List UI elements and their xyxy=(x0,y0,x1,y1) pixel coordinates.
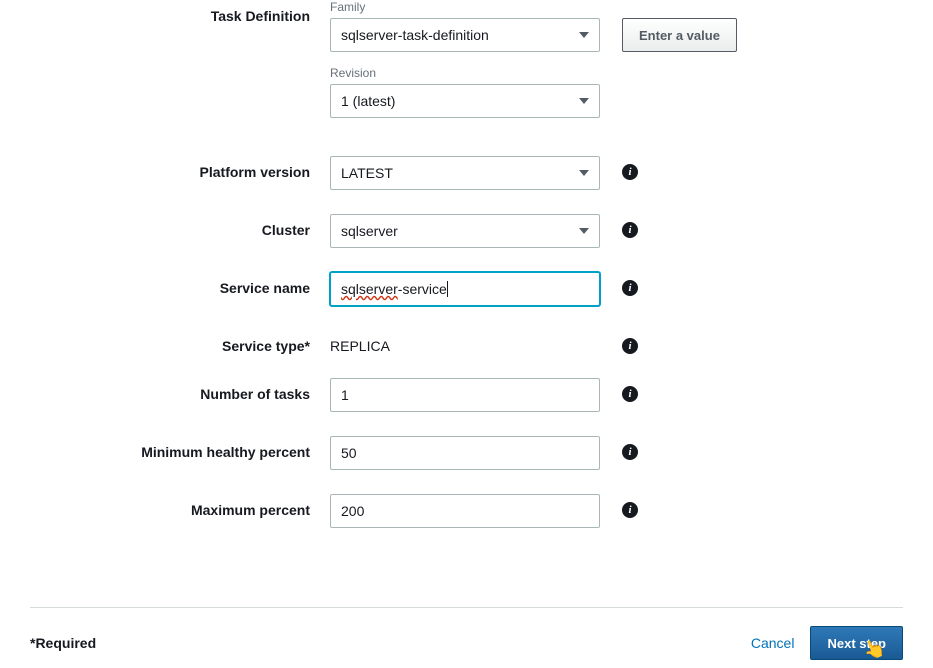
text-caret xyxy=(447,281,448,297)
platform-version-select[interactable]: LATEST xyxy=(330,156,600,190)
revision-sublabel: Revision xyxy=(330,66,610,80)
cluster-value: sqlserver xyxy=(341,223,398,239)
service-type-value: REPLICA xyxy=(330,330,610,354)
number-of-tasks-label: Number of tasks xyxy=(30,378,330,402)
info-icon[interactable]: i xyxy=(622,280,638,296)
family-sublabel: Family xyxy=(330,0,610,14)
enter-value-button[interactable]: Enter a value xyxy=(622,18,737,52)
platform-version-value: LATEST xyxy=(341,165,393,181)
min-healthy-percent-label: Minimum healthy percent xyxy=(30,436,330,460)
service-name-prefix: sqlserver xyxy=(341,281,398,297)
info-icon[interactable]: i xyxy=(622,502,638,518)
footer-divider xyxy=(30,607,903,608)
service-type-label: Service type* xyxy=(30,330,330,354)
info-icon[interactable]: i xyxy=(622,338,638,354)
service-name-input[interactable]: sqlserver-service xyxy=(330,272,600,306)
required-note: *Required xyxy=(30,635,96,651)
cancel-button[interactable]: Cancel xyxy=(751,635,795,651)
max-percent-input[interactable] xyxy=(330,494,600,528)
revision-select-value: 1 (latest) xyxy=(341,93,395,109)
info-icon[interactable]: i xyxy=(622,444,638,460)
family-select[interactable]: sqlserver-task-definition xyxy=(330,18,600,52)
family-select-value: sqlserver-task-definition xyxy=(341,27,489,43)
next-step-button[interactable]: Next step xyxy=(810,626,903,660)
cluster-label: Cluster xyxy=(30,214,330,238)
info-icon[interactable]: i xyxy=(622,164,638,180)
number-of-tasks-input[interactable] xyxy=(330,378,600,412)
min-healthy-percent-input[interactable] xyxy=(330,436,600,470)
max-percent-label: Maximum percent xyxy=(30,494,330,518)
info-icon[interactable]: i xyxy=(622,222,638,238)
info-icon[interactable]: i xyxy=(622,386,638,402)
cluster-select[interactable]: sqlserver xyxy=(330,214,600,248)
revision-select[interactable]: 1 (latest) xyxy=(330,84,600,118)
service-name-suffix: -service xyxy=(398,281,447,297)
platform-version-label: Platform version xyxy=(30,156,330,180)
task-definition-label: Task Definition xyxy=(30,0,330,24)
service-name-label: Service name xyxy=(30,272,330,296)
